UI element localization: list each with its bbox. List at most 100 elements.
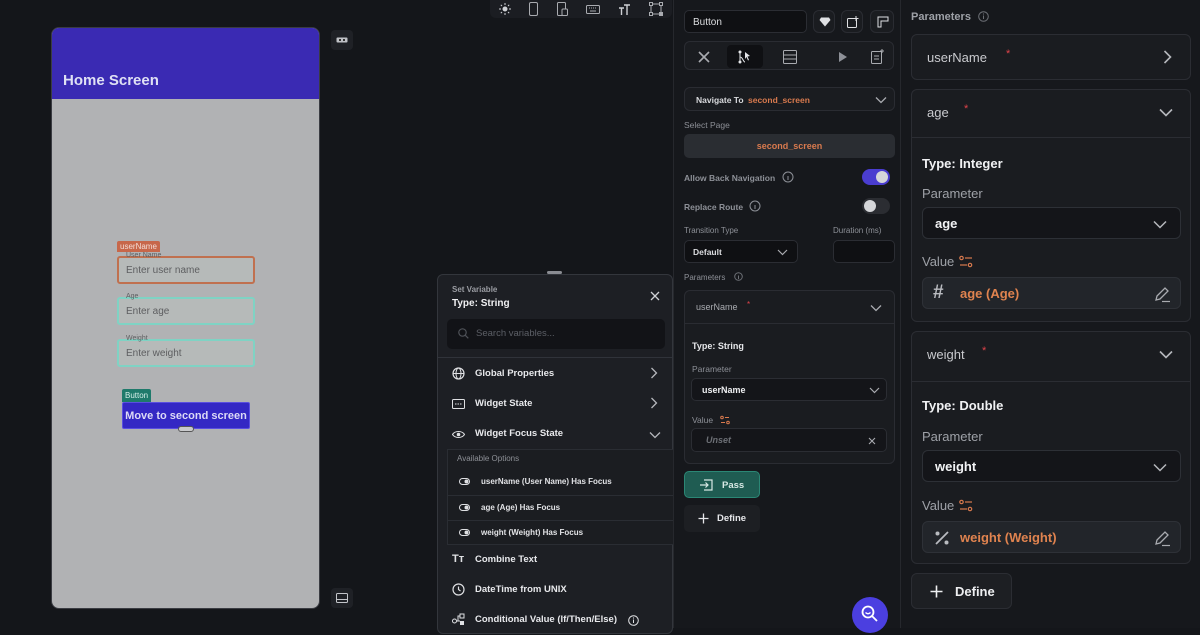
info-icon[interactable] xyxy=(978,11,989,22)
plus-icon xyxy=(930,585,943,598)
parameter-card-username[interactable]: userName * xyxy=(911,34,1191,80)
search-variables-input[interactable]: Search variables... xyxy=(447,319,665,349)
value-input[interactable]: Unset xyxy=(691,428,887,452)
info-icon[interactable] xyxy=(734,272,743,281)
app-bar-title: Home Screen xyxy=(63,72,159,89)
backend-query-tab-icon[interactable] xyxy=(783,50,797,64)
button-widget-tag: Button xyxy=(122,389,152,402)
duration-label: Duration (ms) xyxy=(833,226,882,235)
toggle-icon xyxy=(459,529,470,536)
info-icon[interactable] xyxy=(628,615,639,626)
move-to-second-screen-button[interactable]: Move to second screen xyxy=(122,402,250,429)
parameter-select[interactable]: userName xyxy=(691,378,887,401)
parameter-select[interactable]: weight xyxy=(922,450,1181,482)
action-target: second_screen xyxy=(748,95,810,105)
parameter-label: Parameter xyxy=(922,429,983,444)
parameter-select[interactable]: age xyxy=(922,207,1181,239)
parameters-panel: Parameters userName * age * Type: Intege… xyxy=(900,0,1200,628)
documentation-tab-icon[interactable] xyxy=(871,49,885,64)
add-widget-button[interactable] xyxy=(841,10,863,33)
value-field[interactable]: weight (Weight) xyxy=(922,521,1181,553)
actions-tab[interactable] xyxy=(727,45,763,68)
text-size-icon[interactable] xyxy=(618,3,631,15)
toggle-frame-icon xyxy=(336,37,348,43)
define-button[interactable]: Define xyxy=(684,505,760,532)
parameter-label: Parameter xyxy=(922,186,983,201)
component-button[interactable] xyxy=(813,10,835,33)
replace-route-toggle[interactable] xyxy=(862,198,890,214)
clear-icon[interactable] xyxy=(868,437,876,445)
properties-tab-icon[interactable] xyxy=(697,50,711,64)
variable-source-icon[interactable] xyxy=(959,255,973,269)
menu-item-label: Global Properties xyxy=(475,368,555,379)
device-frame-toggle-button[interactable] xyxy=(331,30,353,50)
edit-icon[interactable] xyxy=(1153,285,1171,303)
menu-item-combine-text[interactable]: Tт Combine Text xyxy=(438,545,672,575)
option-username-has-focus[interactable]: userName (User Name) Has Focus xyxy=(448,470,674,495)
transition-type-select[interactable]: Default xyxy=(684,240,798,263)
menu-item-global-properties[interactable]: Global Properties xyxy=(438,359,672,389)
select-page-button[interactable]: second_screen xyxy=(684,134,895,158)
globe-icon xyxy=(452,367,465,380)
phone-icon[interactable] xyxy=(529,2,539,16)
graph-icon[interactable] xyxy=(648,2,663,16)
allow-back-navigation-toggle[interactable] xyxy=(862,169,890,185)
action-selector[interactable]: Navigate To second_screen xyxy=(684,87,895,111)
define-parameter-button[interactable]: Define xyxy=(911,573,1012,609)
parameters-label: Parameters xyxy=(684,273,726,282)
clock-icon xyxy=(452,583,465,596)
play-icon[interactable] xyxy=(839,52,847,62)
screen-toggle-button[interactable] xyxy=(331,588,353,608)
info-icon[interactable] xyxy=(782,171,794,183)
pass-icon xyxy=(700,479,713,491)
sun-icon[interactable] xyxy=(499,3,512,15)
resize-handle[interactable] xyxy=(178,426,194,432)
chevron-down-icon xyxy=(649,432,661,439)
plus-icon xyxy=(698,513,709,524)
pass-button[interactable]: Pass xyxy=(684,471,760,498)
toggle-knob xyxy=(864,200,876,212)
parameter-card-header[interactable]: userName * xyxy=(685,291,894,324)
menu-item-label: Widget Focus State xyxy=(475,428,564,439)
age-field[interactable]: Age Enter age xyxy=(117,293,255,325)
menu-item-datetime-from-unix[interactable]: DateTime from UNIX xyxy=(438,575,672,605)
menu-item-widget-state[interactable]: Widget State xyxy=(438,389,672,419)
variable-source-icon[interactable] xyxy=(720,415,730,425)
widget-state-icon xyxy=(452,399,465,409)
value-label: Value xyxy=(692,415,714,425)
select-page-value: second_screen xyxy=(756,141,823,151)
value-unset: Unset xyxy=(706,435,732,445)
menu-item-conditional-value[interactable]: Conditional Value (If/Then/Else) xyxy=(438,605,672,635)
tablet-icon[interactable] xyxy=(556,2,568,16)
allow-back-navigation-label: Allow Back Navigation xyxy=(684,173,776,183)
parameter-select-value: userName xyxy=(702,385,746,395)
option-age-has-focus[interactable]: age (Age) Has Focus xyxy=(448,495,674,520)
chevron-down-icon xyxy=(777,249,788,256)
close-button[interactable] xyxy=(650,291,660,301)
theme-button[interactable] xyxy=(870,10,894,33)
phone-preview: Home Screen userName User Name Enter use… xyxy=(51,27,320,609)
info-icon[interactable] xyxy=(749,200,761,212)
value-field[interactable]: # age (Age) xyxy=(922,277,1181,309)
chevron-down-icon xyxy=(869,387,880,394)
properties-panel: Button Navigate To second_screen Select … xyxy=(673,0,900,633)
username-field[interactable]: User Name Enter user name xyxy=(117,252,255,284)
widget-name-input[interactable]: Button xyxy=(684,10,807,33)
keyboard-icon[interactable] xyxy=(586,4,601,14)
weight-field[interactable]: Weight Enter weight xyxy=(117,335,255,367)
duration-input[interactable] xyxy=(833,240,895,263)
available-options: Available Options userName (User Name) H… xyxy=(447,449,674,545)
edit-icon[interactable] xyxy=(1153,529,1171,547)
option-weight-has-focus[interactable]: weight (Weight) Has Focus xyxy=(448,520,674,545)
parameter-card-header[interactable]: weight * xyxy=(912,332,1190,382)
parameter-card-weight: weight * Type: Double Parameter weight V… xyxy=(911,331,1191,564)
toggle-icon xyxy=(459,478,470,485)
parameter-card-header[interactable]: age * xyxy=(912,90,1190,138)
transition-type-label: Transition Type xyxy=(684,226,739,235)
required-marker: * xyxy=(747,300,751,309)
selected-widget-tag: userName xyxy=(117,241,160,252)
value-label: Value xyxy=(922,498,955,513)
menu-item-widget-focus-state[interactable]: Widget Focus State xyxy=(438,419,672,449)
variable-source-icon[interactable] xyxy=(959,499,973,513)
percent-icon xyxy=(935,531,949,545)
